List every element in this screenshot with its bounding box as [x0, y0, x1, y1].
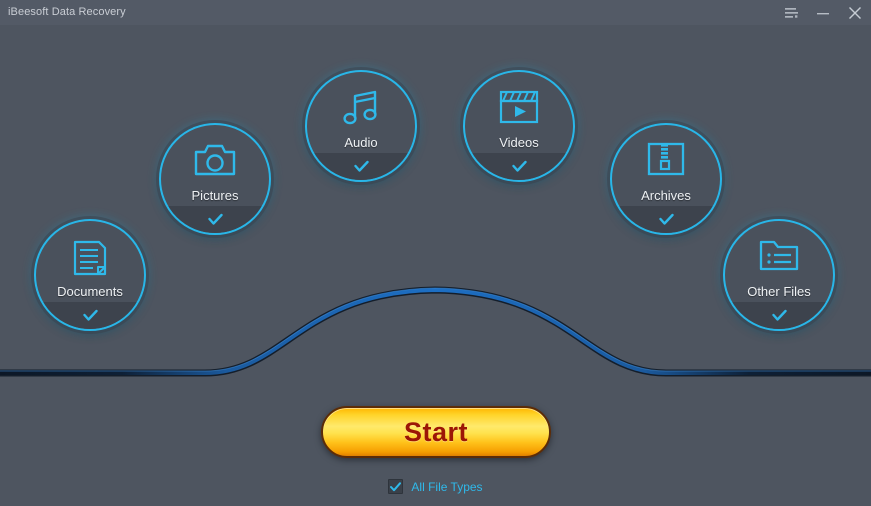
close-icon [848, 6, 862, 20]
minimize-button[interactable] [807, 0, 839, 25]
minimize-icon [816, 7, 830, 19]
category-checkmark-other-files[interactable] [725, 302, 833, 329]
category-other-files[interactable]: Other Files [723, 219, 835, 331]
category-checkmark-documents[interactable] [36, 302, 144, 329]
category-label: Videos [499, 135, 539, 150]
close-button[interactable] [839, 0, 871, 25]
category-checkmark-audio[interactable] [307, 153, 415, 180]
check-icon [207, 213, 223, 226]
check-icon [771, 309, 787, 322]
category-checkmark-videos[interactable] [465, 153, 573, 180]
category-documents[interactable]: Documents [34, 219, 146, 331]
check-icon [353, 160, 369, 173]
folder-list-icon [725, 238, 833, 272]
category-checkmark-pictures[interactable] [161, 206, 269, 233]
app-title: iBeesoft Data Recovery [8, 6, 126, 18]
category-label: Pictures [191, 188, 239, 203]
zip-archive-icon [612, 142, 720, 176]
start-button-label: Start [403, 416, 468, 447]
title-bar: iBeesoft Data Recovery [0, 0, 871, 25]
category-videos[interactable]: Videos [463, 70, 575, 182]
all-file-types-label: All File Types [411, 479, 483, 494]
category-label: Documents [57, 284, 123, 299]
window-controls [775, 0, 871, 25]
category-label: Archives [641, 188, 691, 203]
category-label: Other Files [747, 284, 811, 299]
check-icon [658, 213, 674, 226]
camera-icon [161, 142, 269, 178]
category-audio[interactable]: Audio [305, 70, 417, 182]
check-icon [511, 160, 527, 173]
check-icon [390, 481, 402, 492]
all-file-types-row[interactable]: All File Types [0, 479, 871, 494]
hamburger-menu-icon [784, 7, 798, 19]
menu-button[interactable] [775, 0, 807, 25]
document-icon [36, 238, 144, 278]
app-window: iBeesoft Data Recovery Documents Picture… [0, 0, 871, 506]
clapperboard-icon [465, 89, 573, 125]
category-archives[interactable]: Archives [610, 123, 722, 235]
all-file-types-checkbox[interactable] [388, 479, 404, 494]
music-note-icon [307, 89, 415, 127]
category-pictures[interactable]: Pictures [159, 123, 271, 235]
category-checkmark-archives[interactable] [612, 206, 720, 233]
category-label: Audio [344, 135, 378, 150]
check-icon [82, 309, 98, 322]
start-button[interactable]: Start [321, 406, 551, 458]
